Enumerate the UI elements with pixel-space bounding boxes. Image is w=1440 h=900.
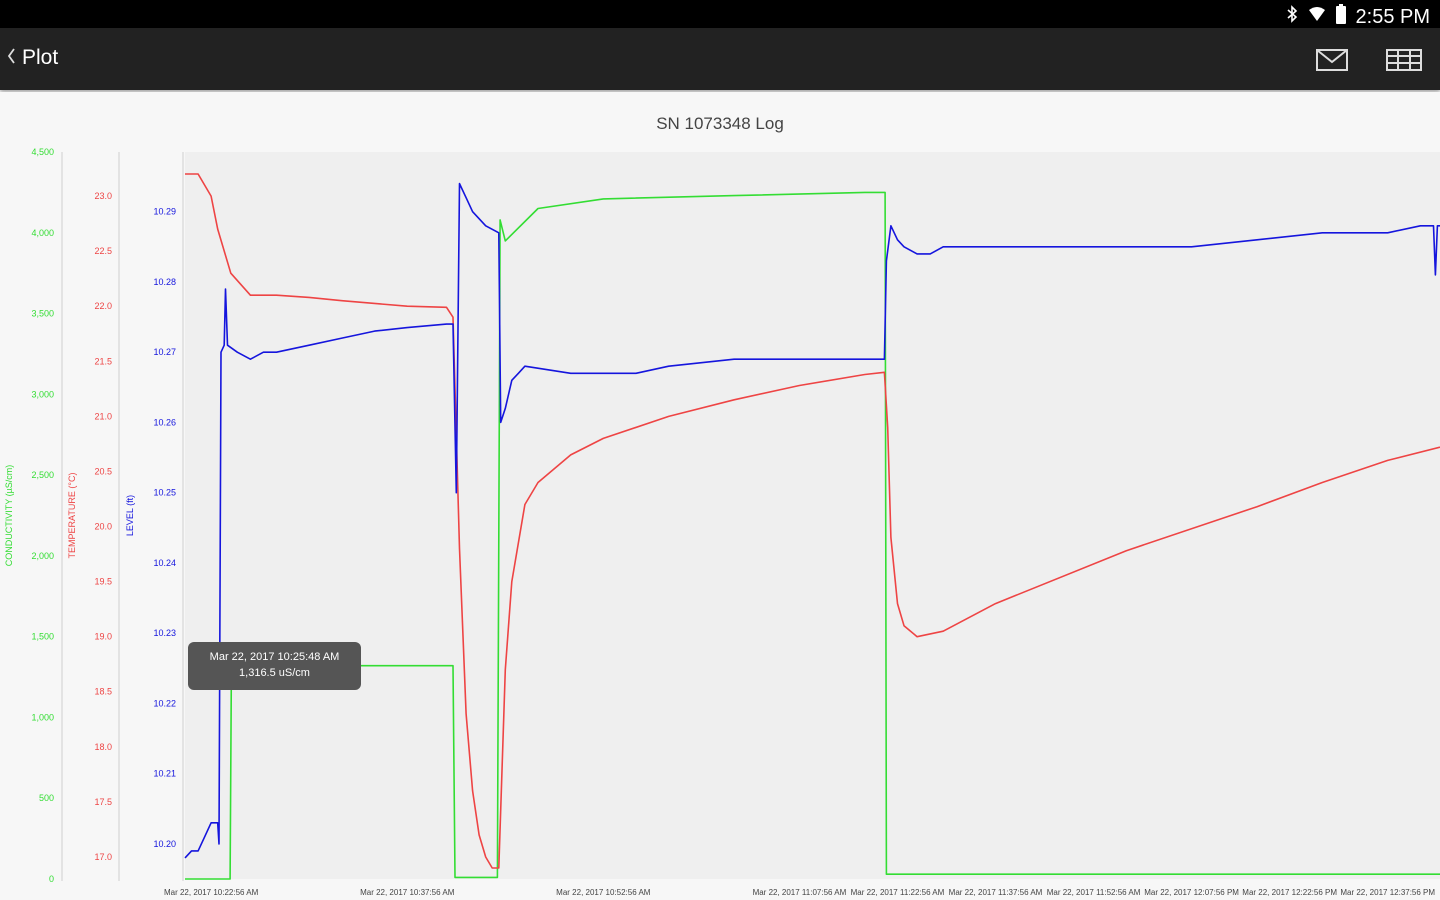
app-title: Plot [22, 46, 59, 69]
level-tick-label: 10.21 [153, 769, 176, 779]
plot-background [185, 152, 1440, 879]
temperature-tick-label: 21.0 [94, 411, 112, 421]
plot-area[interactable]: SN 1073348 Log 0 500 1,000 1,500 2,000 2,500 3… [0, 92, 1440, 900]
temperature-tick-label: 19.0 [94, 632, 112, 642]
x-tick-label: Mar 22, 2017 11:22:56 AM [851, 888, 945, 897]
chevron-left-icon [6, 47, 16, 69]
temperature-tick-label: 17.5 [94, 797, 112, 807]
conductivity-tick-label: 2,000 [31, 551, 54, 561]
level-tick-label: 10.22 [153, 698, 176, 708]
status-time: 2:55 PM [1355, 5, 1430, 28]
tooltip-date: Mar 22, 2017 10:25:48 AM [209, 651, 340, 663]
temperature-tick-label: 18.0 [94, 742, 112, 752]
conductivity-tick-label: 0 [49, 874, 54, 884]
tooltip-value: 1,316.5 uS/cm [239, 667, 310, 679]
conductivity-tick-label: 3,500 [31, 309, 54, 319]
temperature-axis-title: TEMPERATURE (°C) [67, 473, 77, 559]
level-tick-label: 10.25 [153, 488, 176, 498]
x-tick-label: Mar 22, 2017 11:07:56 AM [753, 888, 847, 897]
x-tick-label: Mar 22, 2017 11:52:56 AM [1047, 888, 1141, 897]
temperature-tick-label: 22.0 [94, 301, 112, 311]
conductivity-tick-label: 1,500 [31, 632, 54, 642]
conductivity-tick-label: 4,500 [31, 147, 54, 157]
temperature-tick-label: 20.5 [94, 466, 112, 476]
status-bar: 2:55 PM [0, 0, 1440, 28]
conductivity-tick-label: 500 [39, 793, 54, 803]
level-tick-label: 10.27 [153, 347, 176, 357]
conductivity-tick-label: 3,000 [31, 389, 54, 399]
level-tick-label: 10.26 [153, 417, 176, 427]
temperature-tick-label: 20.0 [94, 522, 112, 532]
temperature-tick-label: 17.0 [94, 852, 112, 862]
x-tick-label: Mar 22, 2017 11:37:56 AM [949, 888, 1043, 897]
x-tick-label: Mar 22, 2017 12:22:56 PM [1242, 888, 1337, 897]
level-tick-label: 10.23 [153, 628, 176, 638]
x-tick-label: Mar 22, 2017 12:37:56 PM [1340, 888, 1435, 897]
bluetooth-icon [1286, 5, 1298, 29]
temperature-tick-label: 19.5 [94, 577, 112, 587]
level-axis-title: LEVEL (ft) [125, 495, 135, 536]
chart[interactable]: 0 500 1,000 1,500 2,000 2,500 3,000 3,500 4,000 4… [0, 92, 1440, 900]
conductivity-tick-label: 1,000 [31, 712, 54, 722]
level-tick-label: 10.28 [153, 277, 176, 287]
mail-icon[interactable] [1315, 47, 1349, 73]
x-tick-label: Mar 22, 2017 10:37:56 AM [360, 888, 455, 897]
data-tooltip: Mar 22, 2017 10:25:48 AM 1,316.5 uS/cm [188, 642, 361, 690]
conductivity-axis-title: CONDUCTIVITY (µS/cm) [4, 465, 14, 567]
app-bar: Plot [0, 28, 1440, 90]
level-tick-label: 10.29 [153, 207, 176, 217]
temperature-tick-label: 22.5 [94, 246, 112, 256]
x-tick-label: Mar 22, 2017 12:07:56 PM [1144, 888, 1239, 897]
conductivity-tick-label: 2,500 [31, 470, 54, 480]
status-icons: 2:55 PM [1286, 4, 1430, 30]
temperature-tick-label: 18.5 [94, 687, 112, 697]
x-tick-label: Mar 22, 2017 10:52:56 AM [556, 888, 651, 897]
battery-icon [1335, 4, 1346, 30]
back-button[interactable]: Plot [6, 46, 58, 70]
x-tick-label: Mar 22, 2017 10:22:56 AM [164, 888, 259, 897]
level-tick-label: 10.24 [153, 558, 176, 568]
wifi-icon [1308, 5, 1326, 29]
table-icon[interactable] [1386, 47, 1422, 73]
conductivity-tick-label: 4,000 [31, 228, 54, 238]
level-tick-label: 10.20 [153, 839, 176, 849]
temperature-tick-label: 23.0 [94, 191, 112, 201]
temperature-tick-label: 21.5 [94, 356, 112, 366]
